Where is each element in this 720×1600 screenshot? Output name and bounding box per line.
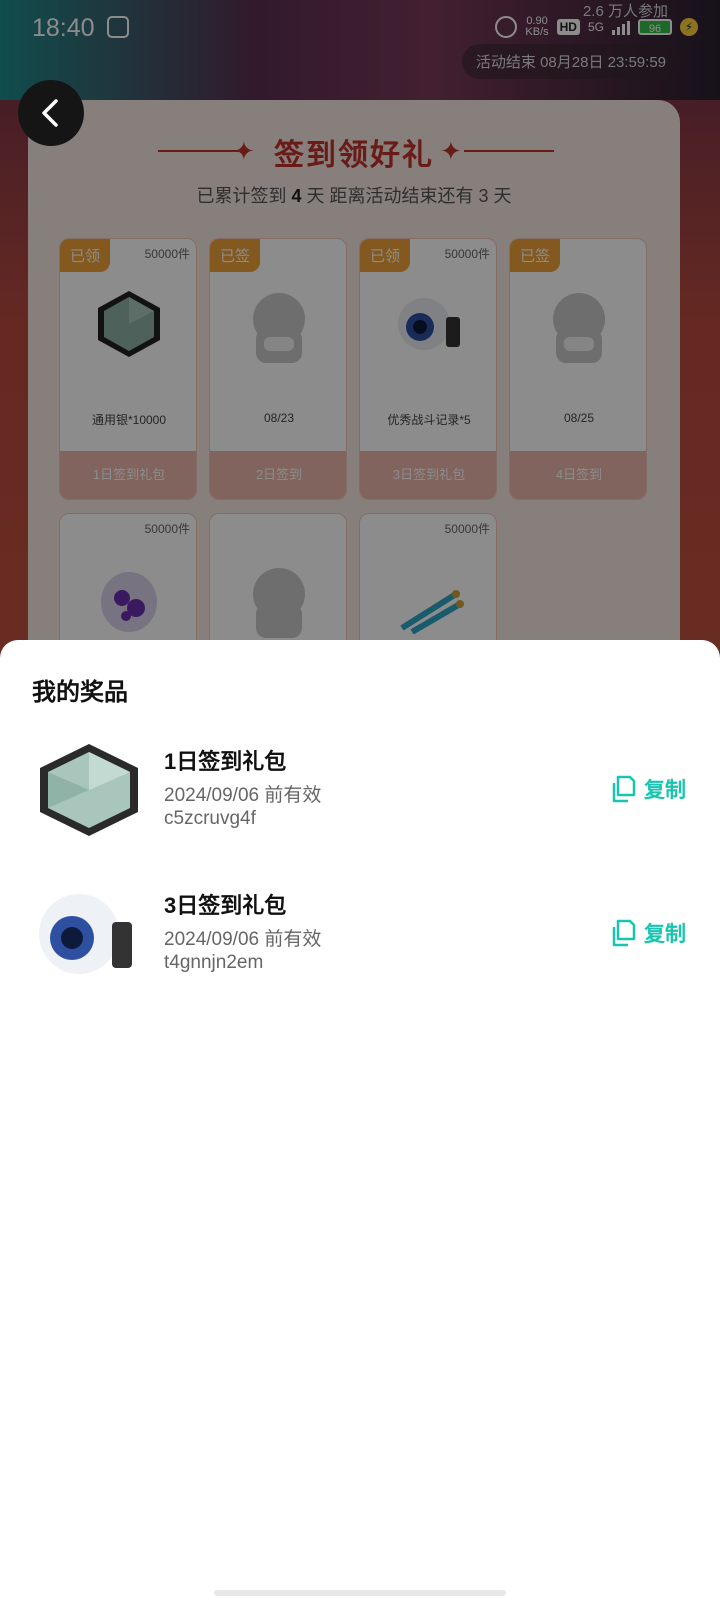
prize-name: 3日签到礼包: [164, 893, 287, 918]
copy-label: 复制: [644, 923, 686, 946]
my-prizes-sheet: 我的奖品 1日签到礼包 2024/09/06 前有效 c5zcruvg4f 复制…: [0, 640, 720, 1600]
sheet-title: 我的奖品: [32, 679, 128, 706]
camera-orb-icon: [39, 894, 132, 974]
copy-label: 复制: [644, 779, 686, 802]
prize-code: t4gnnjn2em: [164, 952, 264, 973]
prize-name: 1日签到礼包: [164, 749, 287, 774]
silver-hexagon-icon: [40, 744, 138, 836]
copy-button[interactable]: 复制: [610, 774, 686, 804]
prize-code: c5zcruvg4f: [164, 808, 256, 829]
prize-expiry: 2024/09/06 前有效: [164, 929, 322, 950]
prize-item: 3日签到礼包 2024/09/06 前有效 t4gnnjn2em 复制: [0, 884, 720, 994]
prize-item: 1日签到礼包 2024/09/06 前有效 c5zcruvg4f 复制: [0, 740, 720, 850]
copy-icon: [612, 775, 636, 803]
copy-button[interactable]: 复制: [610, 918, 686, 948]
prize-expiry: 2024/09/06 前有效: [164, 785, 322, 806]
copy-icon: [612, 919, 636, 947]
chevron-left-icon: [42, 99, 58, 127]
back-button[interactable]: [18, 80, 84, 146]
home-indicator[interactable]: [214, 1590, 506, 1596]
